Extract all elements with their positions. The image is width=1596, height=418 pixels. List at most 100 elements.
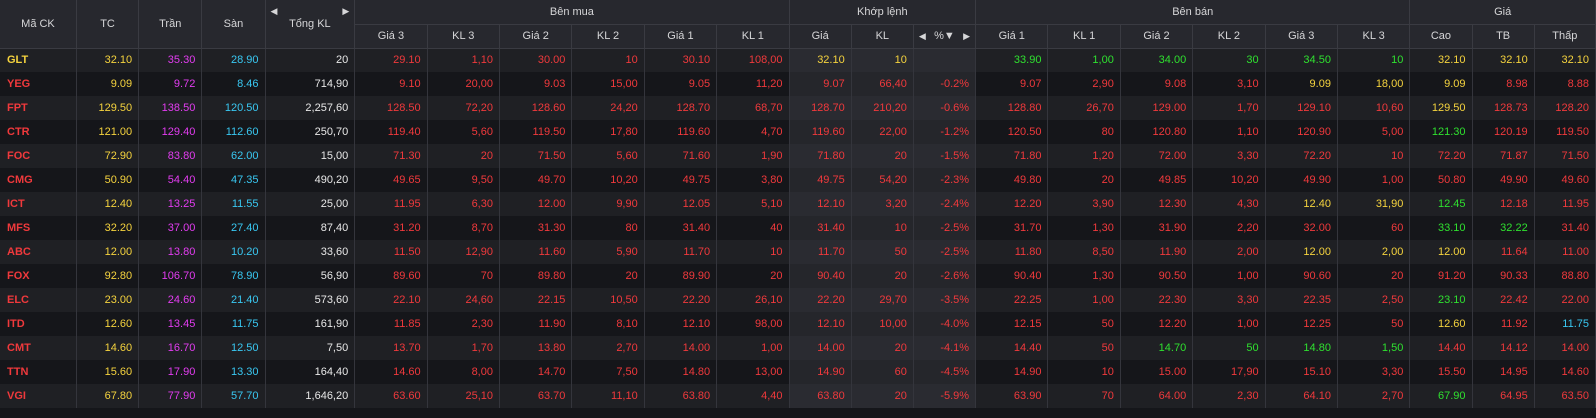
ask-vol-2-cell: 2,00	[1192, 240, 1266, 264]
ask-vol-3-cell: 10	[1337, 48, 1411, 72]
match-col-header-1[interactable]: KL	[851, 24, 914, 49]
bid-vol-2-cell: 9,90	[571, 192, 645, 216]
symbol-cell[interactable]: FOX	[0, 264, 77, 288]
bid-vol-1-cell: 40	[716, 216, 790, 240]
ask-price-2-cell: 31.90	[1120, 216, 1194, 240]
table-row[interactable]: CMT 14.60 16.70 12.50 7,50 13.70 1,70 13.80 2,70…	[0, 336, 1596, 360]
bid-vol-3-cell: 20,00	[427, 72, 500, 96]
symbol-cell[interactable]: CTR	[0, 120, 77, 144]
buy-col-header-1[interactable]: KL 3	[427, 24, 500, 49]
bid-price-2-cell: 119.50	[499, 120, 573, 144]
col-symbol-header[interactable]: Mã CK	[0, 0, 77, 49]
buy-col-header-2[interactable]: Giá 2	[499, 24, 573, 49]
ask-vol-3-cell: 1,50	[1337, 336, 1411, 360]
match-col-header-0[interactable]: Giá	[789, 24, 852, 49]
table-row[interactable]: ITD 12.60 13.45 11.75 161,90 11.85 2,30 11.90 8,…	[0, 312, 1596, 336]
sell-col-header-4[interactable]: Giá 3	[1265, 24, 1338, 49]
bid-price-1-cell: 49.75	[644, 168, 718, 192]
buy-col-header-3[interactable]: KL 2	[571, 24, 645, 49]
match-volume-cell: 22,00	[851, 120, 914, 144]
match-col-header-2[interactable]: ◀ %▼ ▶	[913, 24, 977, 49]
col-ref-header[interactable]: TC	[76, 0, 140, 49]
ask-price-3-cell: 15.10	[1265, 360, 1338, 384]
symbol-cell[interactable]: ITD	[0, 312, 77, 336]
bid-vol-3-cell: 24,60	[427, 288, 500, 312]
ask-vol-2-cell: 3,10	[1192, 72, 1266, 96]
price-col-header-1[interactable]: TB	[1472, 24, 1535, 49]
symbol-cell[interactable]: ICT	[0, 192, 77, 216]
table-row[interactable]: ICT 12.40 13.25 11.55 25,00 11.95 6,30 12.00 9,9…	[0, 192, 1596, 216]
table-row[interactable]: ABC 12.00 13.80 10.20 33,60 11.50 12,90 11.60 5,…	[0, 240, 1596, 264]
ref-cell: 32.10	[76, 48, 140, 72]
col-ceil-header[interactable]: Trần	[138, 0, 203, 49]
bid-price-1-cell: 12.10	[644, 312, 718, 336]
symbol-cell[interactable]: ABC	[0, 240, 77, 264]
bid-vol-1-cell: 98,00	[716, 312, 790, 336]
low-cell: 14.60	[1534, 360, 1596, 384]
ref-cell: 9.09	[76, 72, 140, 96]
symbol-cell[interactable]: CMT	[0, 336, 77, 360]
ask-price-2-cell: 14.70	[1120, 336, 1194, 360]
match-scroll-left-icon[interactable]: ◀	[919, 31, 926, 42]
bid-price-1-cell: 71.60	[644, 144, 718, 168]
average-cell: 49.90	[1472, 168, 1535, 192]
total-volume-cell: 573,60	[265, 288, 356, 312]
match-scroll-right-icon[interactable]: ▶	[963, 31, 970, 42]
symbol-cell[interactable]: GLT	[0, 48, 77, 72]
high-cell: 14.40	[1409, 336, 1473, 360]
col-total-volume-header[interactable]: ◀ Tổng KL ▶	[265, 0, 356, 49]
bid-price-3-cell: 11.95	[354, 192, 428, 216]
col-floor-header[interactable]: Sàn	[201, 0, 266, 49]
symbol-cell[interactable]: VGI	[0, 384, 77, 408]
match-price-cell: 31.40	[789, 216, 852, 240]
ask-price-2-cell: 11.90	[1120, 240, 1194, 264]
price-col-header-2[interactable]: Thấp	[1534, 24, 1596, 49]
floor-cell: 120.50	[201, 96, 266, 120]
symbol-cell[interactable]: YEG	[0, 72, 77, 96]
bid-vol-3-cell: 12,90	[427, 240, 500, 264]
sell-col-header-5[interactable]: KL 3	[1337, 24, 1411, 49]
table-row[interactable]: FPT 129.50 138.50 120.50 2,257,60 128.50 72,20…	[0, 96, 1596, 120]
buy-col-header-0[interactable]: Giá 3	[354, 24, 428, 49]
bid-vol-3-cell: 8,70	[427, 216, 500, 240]
sell-col-header-1[interactable]: KL 1	[1047, 24, 1121, 49]
table-row[interactable]: CTR 121.00 129.40 112.60 250,70 119.40 5,60 119…	[0, 120, 1596, 144]
table-row[interactable]: YEG 9.09 9.72 8.46 714,90 9.10 20,00 9.03 15,00 9…	[0, 72, 1596, 96]
floor-cell: 27.40	[201, 216, 266, 240]
symbol-cell[interactable]: CMG	[0, 168, 77, 192]
high-cell: 12.60	[1409, 312, 1473, 336]
buy-col-header-5[interactable]: KL 1	[716, 24, 790, 49]
ask-price-3-cell: 32.00	[1265, 216, 1338, 240]
match-price-cell: 90.40	[789, 264, 852, 288]
price-col-header-0[interactable]: Cao	[1409, 24, 1473, 49]
symbol-cell[interactable]: MFS	[0, 216, 77, 240]
ceil-cell: 129.40	[138, 120, 203, 144]
ask-vol-1-cell: 1,00	[1047, 48, 1121, 72]
sell-col-header-3[interactable]: KL 2	[1192, 24, 1266, 49]
sell-col-header-2[interactable]: Giá 2	[1120, 24, 1194, 49]
symbol-cell[interactable]: ELC	[0, 288, 77, 312]
table-row[interactable]: VGI 67.80 77.90 57.70 1,646,20 63.60 25,10 63.7…	[0, 384, 1596, 408]
symbol-cell[interactable]: FPT	[0, 96, 77, 120]
ask-vol-1-cell: 3,90	[1047, 192, 1121, 216]
ask-price-3-cell: 12.40	[1265, 192, 1338, 216]
ask-vol-1-cell: 26,70	[1047, 96, 1121, 120]
bid-price-3-cell: 13.70	[354, 336, 428, 360]
symbol-cell[interactable]: FOC	[0, 144, 77, 168]
bid-price-2-cell: 49.70	[499, 168, 573, 192]
table-row[interactable]: GLT 32.10 35.30 28.90 20 29.10 1,10 30.00 10 30.1…	[0, 48, 1596, 72]
ask-price-2-cell: 120.80	[1120, 120, 1194, 144]
table-row[interactable]: MFS 32.20 37.00 27.40 87,40 31.20 8,70 31.30 80 3…	[0, 216, 1596, 240]
scroll-left-icon[interactable]: ◀	[271, 6, 278, 17]
symbol-cell[interactable]: TTN	[0, 360, 77, 384]
match-group-header: Khớp lệnh	[789, 0, 977, 25]
table-row[interactable]: FOX 92.80 106.70 78.90 56,90 89.60 70 89.80 20 89…	[0, 264, 1596, 288]
table-row[interactable]: CMG 50.90 54.40 47.35 490,20 49.65 9,50 49.70 10…	[0, 168, 1596, 192]
table-row[interactable]: FOC 72.90 83.80 62.00 15,00 71.30 20 71.50 5,60 7…	[0, 144, 1596, 168]
sell-col-header-0[interactable]: Giá 1	[975, 24, 1049, 49]
buy-col-header-4[interactable]: Giá 1	[644, 24, 718, 49]
table-row[interactable]: ELC 23.00 24.60 21.40 573,60 22.10 24,60 22.15 1…	[0, 288, 1596, 312]
table-row[interactable]: TTN 15.60 17.90 13.30 164,40 14.60 8,00 14.70 7,…	[0, 360, 1596, 384]
scroll-right-icon[interactable]: ▶	[342, 6, 349, 17]
ask-vol-3-cell: 2,70	[1337, 384, 1411, 408]
